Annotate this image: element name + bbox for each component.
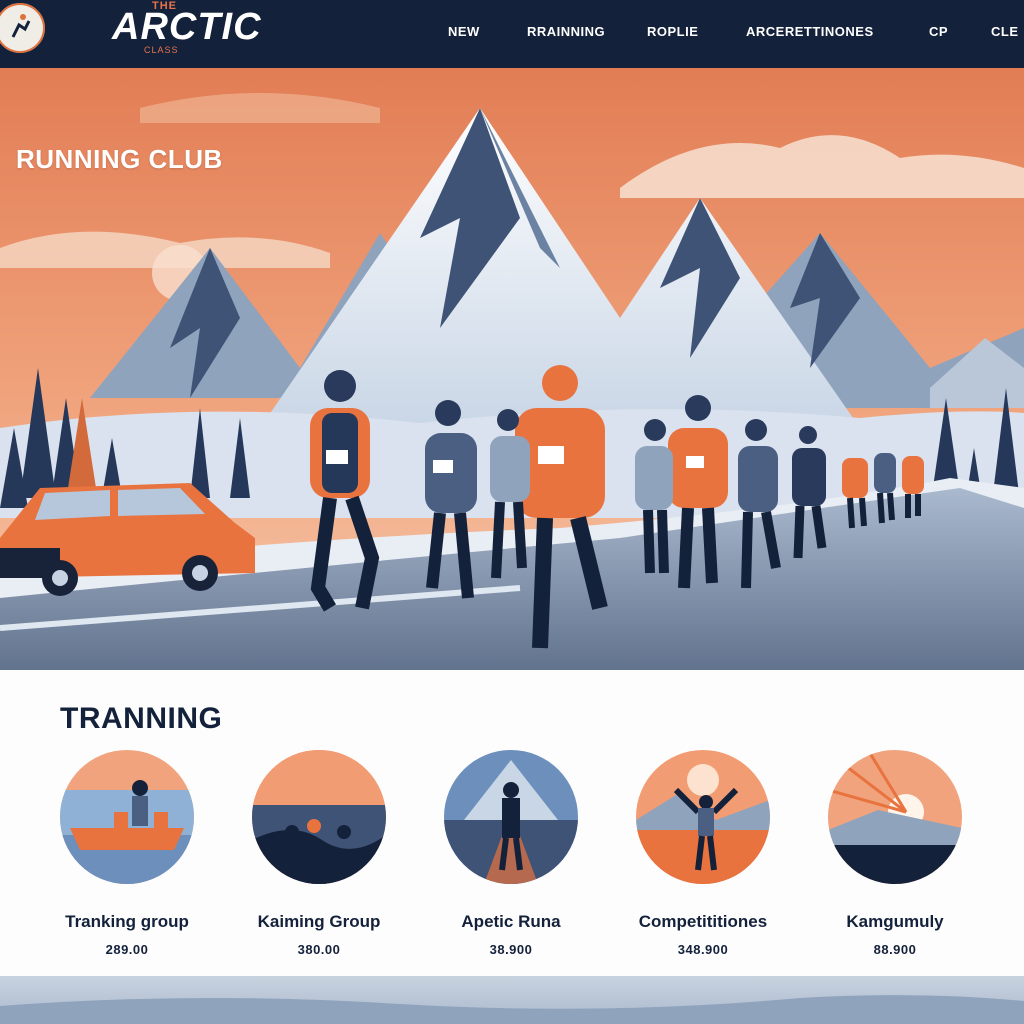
card-thumbnail[interactable]	[828, 750, 962, 884]
card-label: Kamgumuly	[846, 912, 944, 931]
card-price: 38.900	[489, 942, 533, 957]
training-card[interactable]: Kamgumuly 88.900	[800, 750, 990, 960]
card-thumbnail[interactable]	[60, 750, 194, 884]
section-title: TRANNING	[60, 702, 223, 735]
card-price: 348.900	[677, 942, 729, 957]
card-thumbnail[interactable]	[636, 750, 770, 884]
footer-decoration	[0, 976, 1024, 1024]
nav-link-cp[interactable]: CP	[929, 24, 948, 39]
hero-title: RUNNING CLUB	[16, 144, 223, 174]
top-navigation-bar: THE ARCTIC CLASS NEW RRAINNING ROPLIE AR…	[0, 0, 1024, 68]
card-price: 380.00	[297, 942, 341, 957]
card-label: Kaiming Group	[257, 912, 381, 931]
card-thumbnail[interactable]	[444, 750, 578, 884]
nav-link-training[interactable]: RRAINNING	[527, 24, 605, 39]
brand-logo-text[interactable]: ARCTIC	[112, 6, 262, 49]
training-card[interactable]: Tranking group 289.00	[32, 750, 222, 960]
card-price: 289.00	[105, 942, 149, 957]
card-label: Apetic Runa	[461, 912, 561, 931]
nav-link-people[interactable]: ROPLIE	[647, 24, 698, 39]
training-card[interactable]: Apetic Runa 38.900	[416, 750, 606, 960]
training-card[interactable]: Kaiming Group 380.00	[224, 750, 414, 960]
card-label: Tranking group	[65, 912, 189, 931]
card-thumbnail[interactable]	[252, 750, 386, 884]
runner-badge-icon[interactable]	[0, 0, 48, 56]
training-section: TRANNING Tranking group 289.00 Kaiming G…	[0, 670, 1024, 976]
card-label: Competititiones	[638, 912, 768, 931]
hero-banner: RUNNING CLUB	[0, 68, 1024, 670]
nav-link-club[interactable]: CLE	[991, 24, 1019, 39]
brand-subtitle: CLASS	[144, 45, 179, 55]
nav-link-new[interactable]: NEW	[448, 24, 480, 39]
nav-link-competitions[interactable]: ARCERETTINONES	[746, 24, 874, 39]
card-price: 88.900	[873, 942, 917, 957]
training-card[interactable]: Competititiones 348.900	[608, 750, 798, 960]
